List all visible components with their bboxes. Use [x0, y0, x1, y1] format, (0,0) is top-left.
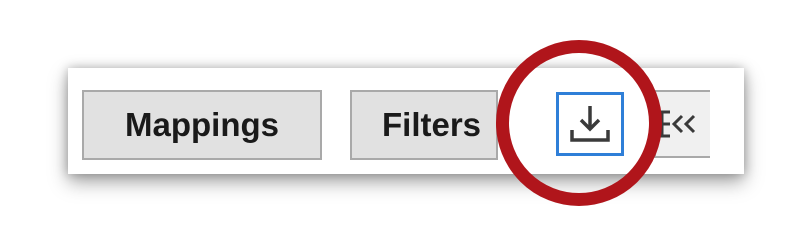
toolbar: Mappings Filters [68, 68, 744, 174]
screenshot-stage: Mappings Filters [0, 0, 812, 243]
collapse-panel-icon [660, 110, 696, 138]
mappings-button[interactable]: Mappings [82, 90, 322, 160]
collapse-panel-button[interactable] [654, 90, 710, 158]
download-button[interactable] [556, 92, 624, 156]
filters-button[interactable]: Filters [350, 90, 498, 160]
download-icon [570, 106, 610, 142]
